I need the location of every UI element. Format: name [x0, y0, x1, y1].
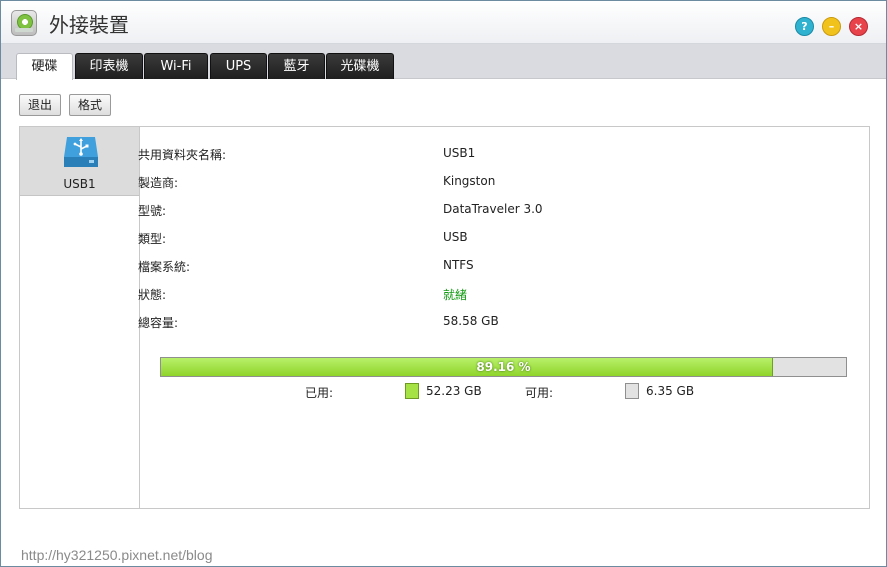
detail-value: USB1	[443, 146, 476, 160]
detail-label: 共用資料夾名稱:	[138, 148, 227, 162]
usage-progress-bar: 89.16 %	[160, 357, 847, 377]
tab-hard-disk[interactable]: 硬碟	[16, 53, 73, 80]
usage-percent: 89.16 %	[476, 360, 531, 374]
drive-base-icon	[15, 28, 33, 32]
detail-label: 型號:	[138, 204, 167, 218]
device-item-usb1[interactable]: USB1	[20, 127, 139, 196]
tab-printer[interactable]: 印表機	[75, 53, 143, 79]
used-label: 已用:	[305, 386, 334, 400]
detail-value: USB	[443, 230, 468, 244]
tab-bluetooth[interactable]: 藍牙	[268, 53, 325, 79]
detail-value: NTFS	[443, 258, 474, 272]
tab-wifi[interactable]: Wi-Fi	[144, 53, 208, 79]
minimize-button[interactable]: –	[822, 17, 841, 36]
device-list: USB1	[20, 127, 140, 508]
detail-label: 類型:	[138, 232, 167, 246]
free-label: 可用:	[525, 386, 554, 400]
tab-ups[interactable]: UPS	[210, 53, 267, 79]
tab-optical-drive[interactable]: 光碟機	[326, 53, 394, 79]
title-bar: 外接裝置 ? – ×	[1, 1, 886, 44]
tab-bar: 硬碟 印表機 Wi-Fi UPS 藍牙 光碟機	[1, 44, 886, 80]
usb-drive-icon	[64, 137, 98, 167]
eject-button[interactable]: 退出	[19, 94, 61, 116]
external-device-window: 外接裝置 ? – × 硬碟 印表機 Wi-Fi UPS 藍牙 光碟機 退出 格式	[0, 0, 887, 567]
free-value: 6.35 GB	[646, 384, 695, 398]
window-title: 外接裝置	[49, 13, 129, 37]
used-color-swatch	[405, 383, 419, 399]
device-label: USB1	[63, 177, 96, 191]
close-button[interactable]: ×	[849, 17, 868, 36]
detail-label: 製造商:	[138, 176, 179, 190]
used-value: 52.23 GB	[426, 384, 482, 398]
detail-value: 58.58 GB	[443, 314, 499, 328]
free-color-swatch	[625, 383, 639, 399]
watermark-text: http://hy321250.pixnet.net/blog	[21, 547, 213, 563]
detail-label: 總容量:	[138, 316, 179, 330]
format-button[interactable]: 格式	[69, 94, 111, 116]
status-value: 就緒	[443, 288, 468, 302]
help-button[interactable]: ?	[795, 17, 814, 36]
detail-value: DataTraveler 3.0	[443, 202, 543, 216]
external-device-app-icon	[11, 10, 37, 36]
detail-label: 檔案系統:	[138, 260, 191, 274]
detail-label: 狀態:	[138, 288, 167, 302]
detail-value: Kingston	[443, 174, 496, 188]
